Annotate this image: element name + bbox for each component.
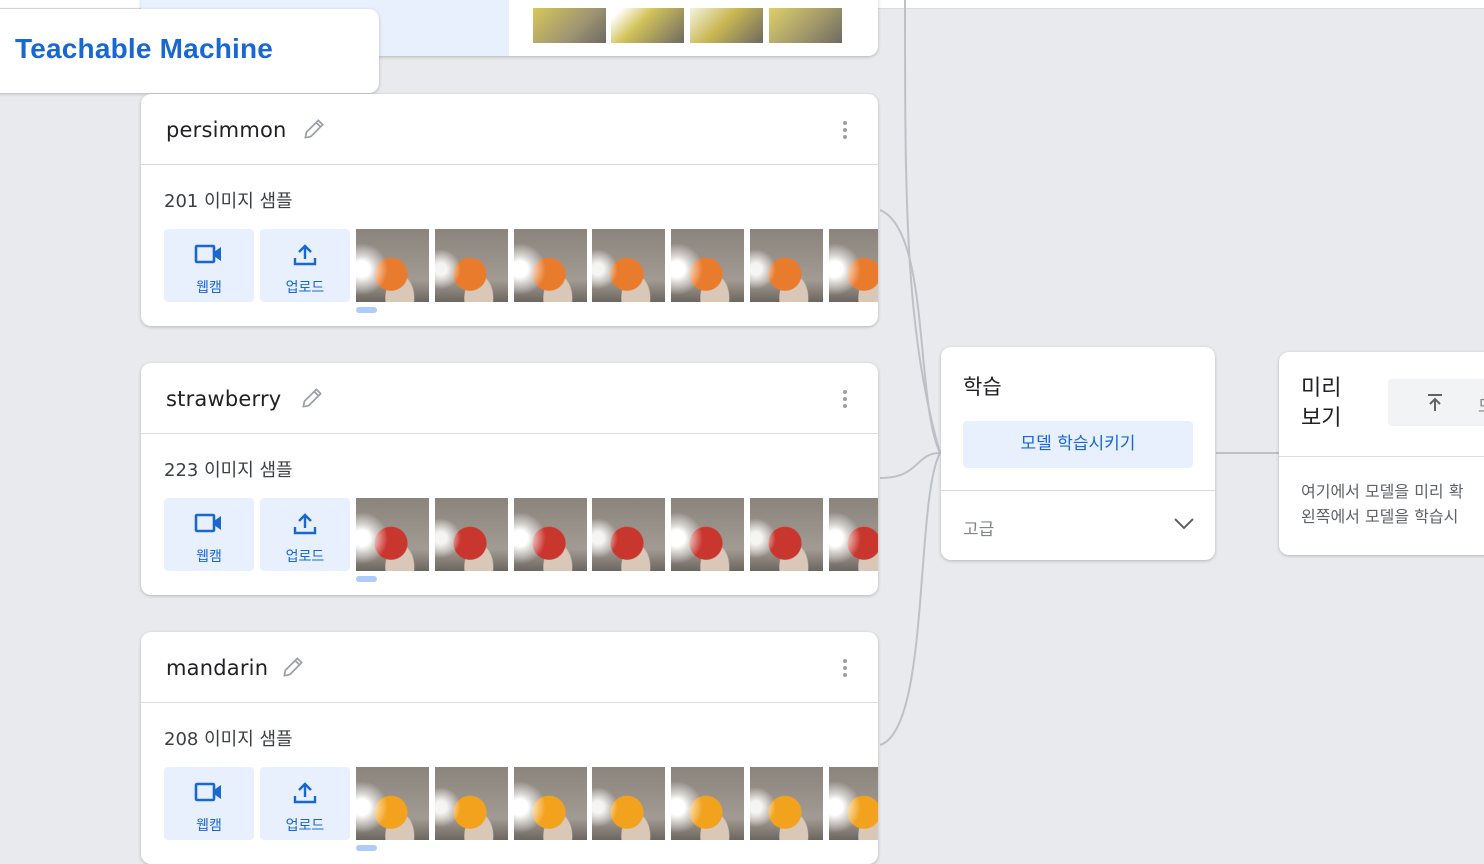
scroll-indicator[interactable] xyxy=(356,845,377,851)
videocam-icon xyxy=(194,782,221,802)
sample-thumbnail[interactable] xyxy=(671,498,744,571)
webcam-label: 웹캠 xyxy=(196,280,222,296)
more-vert-icon[interactable] xyxy=(842,390,848,412)
app-logo[interactable]: Teachable Machine xyxy=(15,33,273,65)
sample-count: 208 이미지 샘플 xyxy=(164,729,293,750)
export-model-button[interactable]: 모 xyxy=(1388,379,1484,426)
pencil-icon[interactable] xyxy=(301,116,327,142)
upload-icon xyxy=(293,244,317,266)
upload-button[interactable]: 업로드 xyxy=(260,229,350,302)
sample-thumbnail[interactable] xyxy=(356,767,429,840)
sample-thumbnail[interactable] xyxy=(356,229,429,302)
upload-label: 업로드 xyxy=(285,549,325,565)
upload-label: 업로드 xyxy=(285,818,325,834)
videocam-icon xyxy=(194,513,221,533)
upload-button[interactable]: 업로드 xyxy=(260,767,350,840)
class-name[interactable]: mandarin xyxy=(166,656,268,680)
upload-label: 업로드 xyxy=(285,280,325,296)
more-vert-icon[interactable] xyxy=(842,659,848,681)
class-card-persimmon: persimmon 201 이미지 샘플웹캠 업로드 xyxy=(141,94,878,326)
webcam-button[interactable]: 웹캠 xyxy=(164,498,254,571)
preview-description-line: 여기에서 모델을 미리 확 xyxy=(1301,482,1464,501)
train-model-button[interactable]: 모델 학습시키기 xyxy=(963,421,1193,468)
divider xyxy=(941,490,1215,491)
sample-thumbnail[interactable] xyxy=(829,767,878,840)
class-name[interactable]: persimmon xyxy=(166,118,287,142)
sample-thumbnail[interactable] xyxy=(769,8,842,43)
sample-thumbnail[interactable] xyxy=(514,229,587,302)
sample-thumbnail[interactable] xyxy=(671,229,744,302)
sample-thumbnail[interactable] xyxy=(514,767,587,840)
sample-thumbnail[interactable] xyxy=(435,498,508,571)
sample-thumbnail[interactable] xyxy=(435,767,508,840)
preview-title-line: 보기 xyxy=(1301,406,1342,431)
sample-thumbnail[interactable] xyxy=(750,498,823,571)
sample-thumbnail[interactable] xyxy=(829,229,878,302)
chevron-down-icon[interactable] xyxy=(1173,517,1195,531)
preview-description-line: 왼쪽에서 모델을 학습시 xyxy=(1301,507,1459,526)
class-card-strawberry: strawberry 223 이미지 샘플웹캠 업로드 xyxy=(141,363,878,595)
sample-thumbnail[interactable] xyxy=(592,498,665,571)
pencil-icon[interactable] xyxy=(280,654,306,680)
more-vert-icon[interactable] xyxy=(842,121,848,143)
app-header: Teachable Machine xyxy=(0,9,379,93)
scroll-indicator[interactable] xyxy=(356,307,377,313)
sample-count: 201 이미지 샘플 xyxy=(164,191,293,212)
videocam-icon xyxy=(194,244,221,264)
class-header: mandarin xyxy=(141,632,878,703)
class-card-mandarin: mandarin 208 이미지 샘플웹캠 업로드 xyxy=(141,632,878,864)
scroll-indicator[interactable] xyxy=(356,576,377,582)
sample-thumbnails xyxy=(356,229,878,302)
sample-thumbnail[interactable] xyxy=(356,498,429,571)
sample-thumbnails xyxy=(356,767,878,840)
class-header: persimmon xyxy=(141,94,878,165)
webcam-label: 웹캠 xyxy=(196,818,222,834)
webcam-button[interactable]: 웹캠 xyxy=(164,229,254,302)
training-card: 학습 모델 학습시키기 고급 xyxy=(941,347,1215,560)
preview-title: 미리 보기 xyxy=(1301,374,1341,434)
webcam-button[interactable]: 웹캠 xyxy=(164,767,254,840)
class-name[interactable]: strawberry xyxy=(166,387,281,411)
training-title: 학습 xyxy=(963,375,1002,399)
preview-title-line: 미리 xyxy=(1301,376,1342,401)
divider xyxy=(1279,456,1484,457)
upload-icon xyxy=(293,513,317,535)
sample-thumbnail[interactable] xyxy=(750,767,823,840)
webcam-label: 웹캠 xyxy=(196,549,222,565)
upload-button[interactable]: 업로드 xyxy=(260,498,350,571)
preview-description: 여기에서 모델을 미리 확 왼쪽에서 모델을 학습시 xyxy=(1301,479,1484,529)
sample-thumbnail[interactable] xyxy=(829,498,878,571)
sample-thumbnail[interactable] xyxy=(435,229,508,302)
export-button-label: 모 xyxy=(1478,392,1484,417)
sample-count: 223 이미지 샘플 xyxy=(164,460,293,481)
export-icon xyxy=(1428,394,1442,411)
advanced-toggle[interactable]: 고급 xyxy=(963,515,994,540)
preview-card: 미리 보기 모 여기에서 모델을 미리 확 왼쪽에서 모델을 학습시 xyxy=(1279,352,1484,555)
sample-thumbnails xyxy=(356,498,878,571)
class-header: strawberry xyxy=(141,363,878,434)
pencil-icon[interactable] xyxy=(299,385,325,411)
sample-thumbnail[interactable] xyxy=(750,229,823,302)
sample-thumbnail[interactable] xyxy=(671,767,744,840)
sample-thumbnail[interactable] xyxy=(592,767,665,840)
sample-thumbnail[interactable] xyxy=(533,8,606,43)
upload-icon xyxy=(293,782,317,804)
sample-thumbnail[interactable] xyxy=(611,8,684,43)
sample-thumbnail[interactable] xyxy=(514,498,587,571)
sample-thumbnail[interactable] xyxy=(690,8,763,43)
sample-thumbnail[interactable] xyxy=(592,229,665,302)
